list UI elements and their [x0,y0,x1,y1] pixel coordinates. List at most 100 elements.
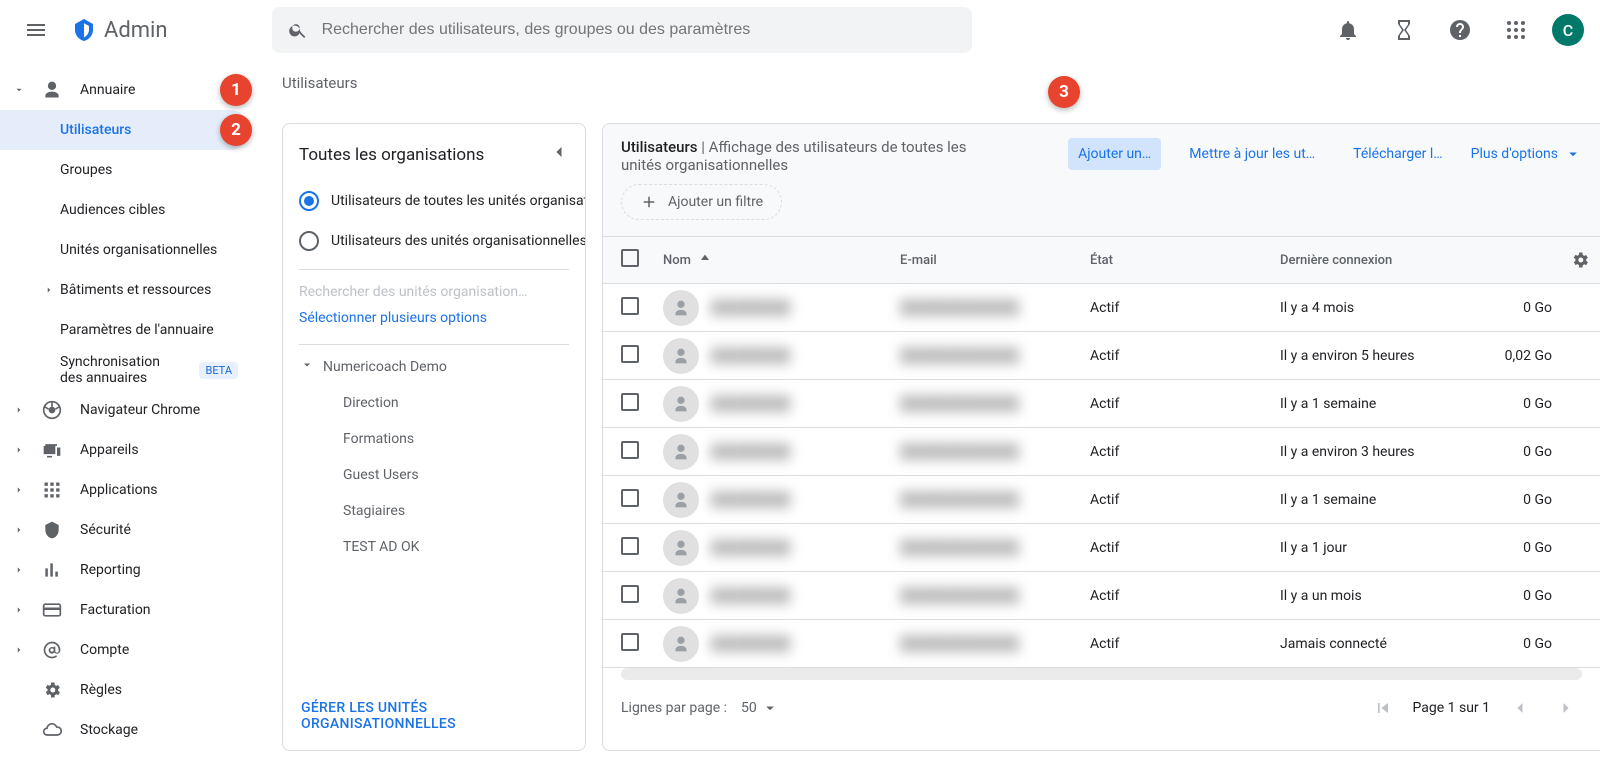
user-email-blurred: ████████████ [900,635,1090,652]
column-settings-icon[interactable] [1560,250,1600,270]
row-checkbox[interactable] [621,585,639,603]
radio-icon [299,231,319,251]
sidebar-item-label: Reporting [80,562,141,578]
org-search-placeholder[interactable]: Rechercher des unités organisation… [283,270,585,304]
org-tree-item[interactable]: Guest Users [283,457,585,493]
update-users-button[interactable]: Mettre à jour les ut… [1179,138,1325,170]
caret-icon [14,604,24,616]
select-all-checkbox[interactable] [621,249,639,267]
collapse-icon[interactable] [549,142,569,167]
prev-page-button[interactable] [1504,692,1536,724]
row-checkbox[interactable] [621,393,639,411]
apps-grid-icon[interactable] [1496,10,1536,50]
search-input[interactable] [320,20,956,40]
user-status: Actif [1090,636,1280,652]
admin-logo-icon [72,18,96,42]
org-tree: Numericoach DemoDirectionFormationsGuest… [283,345,585,569]
table-row[interactable]: ████████████████████ActifIl y a 1 semain… [603,476,1600,524]
more-options-button[interactable]: Plus d'options [1471,145,1582,163]
column-status[interactable]: État [1090,253,1280,268]
first-page-button[interactable] [1367,692,1399,724]
rows-per-page-select[interactable]: 50 [741,699,779,717]
sidebar-item-s-curit-[interactable]: Sécurité [0,510,250,550]
column-last-login[interactable]: Dernière connexion [1280,253,1470,268]
org-multi-select[interactable]: Sélectionner plusieurs options [283,304,585,340]
user-avatar-icon [663,290,699,326]
page-indicator: Page 1 sur 1 [1413,700,1491,716]
help-icon[interactable] [1440,10,1480,50]
sidebar-item-stockage[interactable]: Stockage [0,710,250,750]
sidebar-item-reporting[interactable]: Reporting [0,550,250,590]
table-row[interactable]: ████████████████████ActifJamais connecté… [603,620,1600,668]
add-filter-chip[interactable]: Ajouter un filtre [621,184,782,220]
tasks-icon[interactable] [1384,10,1424,50]
step-marker-3: 3 [1048,76,1080,108]
header-actions: C [1328,10,1584,50]
radio-all-users[interactable]: Utilisateurs de toutes les unités organi… [283,181,585,221]
radio-selected-ou[interactable]: Utilisateurs des unités organisationnell… [283,221,585,261]
manage-orgs-button[interactable]: GÉRER LES UNITÉS ORGANISATIONNELLES [283,682,585,750]
sidebar-item-compte[interactable]: Compte [0,630,250,670]
sidebar-item-facturation[interactable]: Facturation [0,590,250,630]
sidebar-item-label: Groupes [60,162,112,178]
horizontal-scrollbar[interactable] [621,668,1582,680]
account-avatar[interactable]: C [1552,14,1584,46]
org-tree-item[interactable]: Direction [283,385,585,421]
row-checkbox[interactable] [621,489,639,507]
user-email-blurred: ████████████ [900,299,1090,316]
org-tree-item[interactable]: Formations [283,421,585,457]
table-row[interactable]: ████████████████████ActifIl y a 4 mois0 … [603,284,1600,332]
sidebar-item-groupes[interactable]: Groupes [0,150,250,190]
app-logo[interactable]: Admin [72,18,168,43]
sidebar-item-navigateur-chrome[interactable]: Navigateur Chrome [0,390,250,430]
add-user-button[interactable]: Ajouter un… [1068,138,1161,170]
table-row[interactable]: ████████████████████ActifIl y a 1 jour0 … [603,524,1600,572]
row-checkbox[interactable] [621,297,639,315]
user-name-blurred: ████████ [711,395,790,412]
download-users-button[interactable]: Télécharger l… [1343,138,1452,170]
chevron-down-icon [761,699,779,717]
column-status-label: État [1090,253,1113,268]
caret-icon [14,84,24,96]
user-status: Actif [1090,540,1280,556]
table-row[interactable]: ████████████████████ActifIl y a 1 semain… [603,380,1600,428]
sidebar-item-synchronisation-des-annuaires[interactable]: Synchronisation des annuairesBETA [0,350,250,390]
sidebar-item-unit-s-organisationnelles[interactable]: Unités organisationnelles [0,230,250,270]
menu-icon[interactable] [16,10,56,50]
sidebar-item-appareils[interactable]: Appareils [0,430,250,470]
column-email[interactable]: E-mail [900,253,1090,268]
table-footer: Lignes par page : 50 Page 1 sur 1 [603,680,1600,736]
column-name[interactable]: Nom [663,252,900,268]
caret-icon [14,564,24,576]
row-checkbox[interactable] [621,633,639,651]
table-row[interactable]: ████████████████████ActifIl y a environ … [603,332,1600,380]
notifications-icon[interactable] [1328,10,1368,50]
row-checkbox[interactable] [621,441,639,459]
sidebar-item-b-timents-et-ressources[interactable]: Bâtiments et ressources [0,270,250,310]
sidebar-item-param-tres-de-l-annuaire[interactable]: Paramètres de l'annuaire [0,310,250,350]
org-tree-item[interactable]: Stagiaires [283,493,585,529]
step-marker-2: 2 [220,114,252,146]
user-email-blurred: ████████████ [900,491,1090,508]
org-tree-item[interactable]: TEST AD OK [283,529,585,565]
table-header: Nom E-mail État Dernière connexion [603,236,1600,284]
row-checkbox[interactable] [621,345,639,363]
sidebar-item-annuaire[interactable]: Annuaire1 [0,70,250,110]
user-email-blurred: ████████████ [900,587,1090,604]
org-tree-root[interactable]: Numericoach Demo [283,349,585,385]
table-row[interactable]: ████████████████████ActifIl y a environ … [603,428,1600,476]
sidebar-item-label: Navigateur Chrome [80,402,200,418]
global-search[interactable] [272,7,972,53]
sidebar-item-applications[interactable]: Applications [0,470,250,510]
caret-icon [44,284,54,296]
user-storage: 0 Go [1470,444,1560,460]
person-icon [40,80,64,100]
table-row[interactable]: ████████████████████ActifIl y a un mois0… [603,572,1600,620]
next-page-button[interactable] [1550,692,1582,724]
row-checkbox[interactable] [621,537,639,555]
sidebar-item-audiences-cibles[interactable]: Audiences cibles [0,190,250,230]
sidebar-item-r-gles[interactable]: Règles [0,670,250,710]
sidebar-item-utilisateurs[interactable]: Utilisateurs2 [0,110,250,150]
user-name-blurred: ████████ [711,443,790,460]
user-storage: 0 Go [1470,636,1560,652]
